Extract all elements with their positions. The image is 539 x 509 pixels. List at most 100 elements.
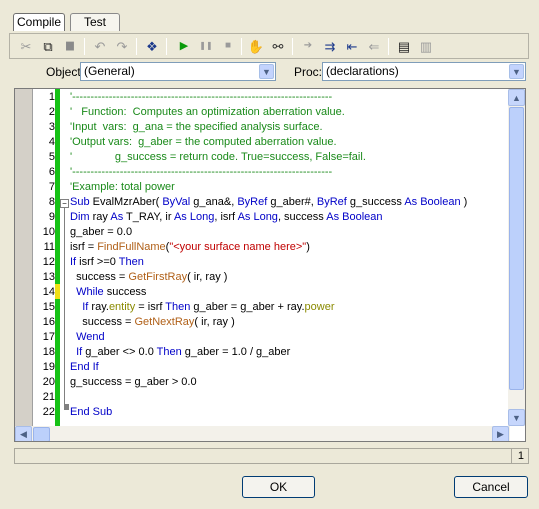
breakpoint-gutter[interactable] <box>15 89 33 426</box>
code-token: As Boolean <box>326 211 383 223</box>
fold-toggle[interactable]: − <box>60 199 69 208</box>
code-token: success = <box>70 316 135 328</box>
code-line[interactable]: 'Example: total power <box>70 180 175 195</box>
user-dialog-icon[interactable]: ▤ <box>394 37 414 55</box>
code-token: g_aber = g_aber + ray. <box>190 301 305 313</box>
status-divider <box>511 449 512 463</box>
code-line[interactable]: success = GetFirstRay( ir, ray ) <box>70 270 227 285</box>
pause-icon[interactable]: ❚❚ <box>196 37 216 55</box>
line-number: 19 <box>42 361 55 373</box>
horizontal-scrollbar[interactable]: ◀ ▶ <box>15 426 510 441</box>
object-select-value: (General) <box>84 64 135 78</box>
code-line[interactable]: If g_aber <> 0.0 Then g_aber = 1.0 / g_a… <box>70 345 290 360</box>
stop-icon[interactable]: ■ <box>218 37 238 55</box>
chevron-down-icon[interactable]: ▼ <box>259 64 274 79</box>
scroll-right-icon[interactable]: ▶ <box>492 426 509 441</box>
code-token: , success <box>277 211 327 223</box>
toolbar-separator <box>388 38 389 55</box>
code-token: ( ir, ray ) <box>194 316 235 328</box>
code-token: ( ir, ray ) <box>187 271 228 283</box>
quick-watch-icon[interactable]: ⚯ <box>268 37 288 55</box>
code-token: End Sub <box>70 406 113 418</box>
code-line[interactable]: isrf = FindFullName("<your surface name … <box>70 240 310 255</box>
code-token: 'Example: total power <box>70 181 175 193</box>
code-token: g_ana&, <box>190 196 238 208</box>
code-token: As Boolean <box>404 196 461 208</box>
code-line[interactable]: Dim ray As T_RAY, ir As Long, isrf As Lo… <box>70 210 383 225</box>
code-line[interactable]: If ray.entity = isrf Then g_aber = g_abe… <box>70 300 335 315</box>
cancel-button[interactable]: Cancel <box>454 476 528 498</box>
run-icon[interactable]: ▶ <box>174 37 194 55</box>
tab-test[interactable]: Test <box>70 13 120 31</box>
cut-icon[interactable]: ✂ <box>16 37 36 55</box>
code-line[interactable]: success = GetNextRay( ir, ray ) <box>70 315 235 330</box>
code-token: '---------------------------------------… <box>70 166 333 178</box>
code-line[interactable]: '---------------------------------------… <box>70 90 332 105</box>
code-line[interactable]: End Sub <box>70 405 112 420</box>
chevron-down-icon[interactable]: ▼ <box>509 64 524 79</box>
line-number: 6 <box>48 166 55 178</box>
code-line[interactable]: g_aber = 0.0 <box>70 225 132 240</box>
code-token: isrf = <box>70 241 98 253</box>
code-token: T_RAY, ir <box>123 211 174 223</box>
code-line[interactable]: '---------------------------------------… <box>70 165 332 180</box>
step-out-icon[interactable]: ⇤ <box>342 37 362 55</box>
line-number: 21 <box>42 391 55 403</box>
step-into-icon[interactable]: ➔ <box>298 37 318 55</box>
vertical-scroll-thumb[interactable] <box>509 107 524 390</box>
code-line[interactable]: 'Input vars: g_ana = the specified analy… <box>70 120 323 135</box>
references-icon[interactable]: ▥ <box>416 37 436 55</box>
code-line[interactable]: ' Function: Computes an optimization abe… <box>70 105 345 120</box>
redo-icon[interactable]: ↷ <box>112 37 132 55</box>
line-number: 5 <box>48 151 55 163</box>
vertical-scrollbar[interactable]: ▲ ▼ <box>508 89 525 426</box>
step-over-icon[interactable]: ⇉ <box>320 37 340 55</box>
line-number: 22 <box>42 406 55 418</box>
line-number: 13 <box>42 271 55 283</box>
line-number: 3 <box>48 121 55 133</box>
proc-select[interactable]: (declarations) ▼ <box>322 62 526 81</box>
code-editor[interactable]: − '-------------------------------------… <box>14 88 526 442</box>
status-line-number: 1 <box>517 450 524 462</box>
horizontal-scroll-thumb[interactable] <box>33 427 50 441</box>
code-line[interactable]: Sub EvalMzrAber( ByVal g_ana&, ByRef g_a… <box>70 195 467 210</box>
code-token: power <box>304 301 335 313</box>
code-token: As <box>110 211 124 223</box>
scroll-left-icon[interactable]: ◀ <box>15 426 32 441</box>
ok-button[interactable]: OK <box>242 476 315 498</box>
line-number: 7 <box>48 181 55 193</box>
code-token: ByRef <box>237 196 268 208</box>
code-line[interactable]: g_success = g_aber > 0.0 <box>70 375 197 390</box>
scroll-down-icon[interactable]: ▼ <box>508 409 525 426</box>
call-stack-icon[interactable]: ⇐ <box>364 37 384 55</box>
code-line[interactable]: Wend <box>70 330 105 345</box>
toggle-breakpoint-icon[interactable]: ✋ <box>246 37 266 55</box>
code-token: entity <box>108 301 136 313</box>
code-token: 'Output vars: g_aber = the computed aber… <box>70 136 337 148</box>
code-line[interactable]: If isrf >=0 Then <box>70 255 144 270</box>
code-token: isrf >=0 <box>76 256 119 268</box>
line-number: 1 <box>48 91 55 103</box>
toolbar-separator <box>136 38 137 55</box>
code-token: 'Input vars: g_ana = the specified analy… <box>70 121 323 133</box>
line-number: 10 <box>42 226 55 238</box>
line-number: 4 <box>48 136 55 148</box>
object-select[interactable]: (General) ▼ <box>80 62 276 81</box>
code-line[interactable]: 'Output vars: g_aber = the computed aber… <box>70 135 337 150</box>
code-line[interactable]: ' g_success = return code. True=success,… <box>70 150 366 165</box>
code-token: Wend <box>76 331 105 343</box>
code-token: FindFullName <box>97 241 166 253</box>
paste-icon[interactable]: ▆ <box>60 37 80 55</box>
code-token: = isrf <box>135 301 166 313</box>
tab-compile[interactable]: Compile <box>13 13 65 31</box>
code-token: End If <box>70 361 99 373</box>
code-line[interactable]: While success <box>70 285 146 300</box>
copy-icon[interactable]: ⧉ <box>38 37 58 55</box>
code-line[interactable]: End If <box>70 360 99 375</box>
undo-icon[interactable]: ↶ <box>90 37 110 55</box>
code-token: success = <box>70 271 129 283</box>
object-browser-icon[interactable]: ❖ <box>142 37 162 55</box>
scroll-up-icon[interactable]: ▲ <box>508 89 525 106</box>
code-token: While <box>76 286 104 298</box>
